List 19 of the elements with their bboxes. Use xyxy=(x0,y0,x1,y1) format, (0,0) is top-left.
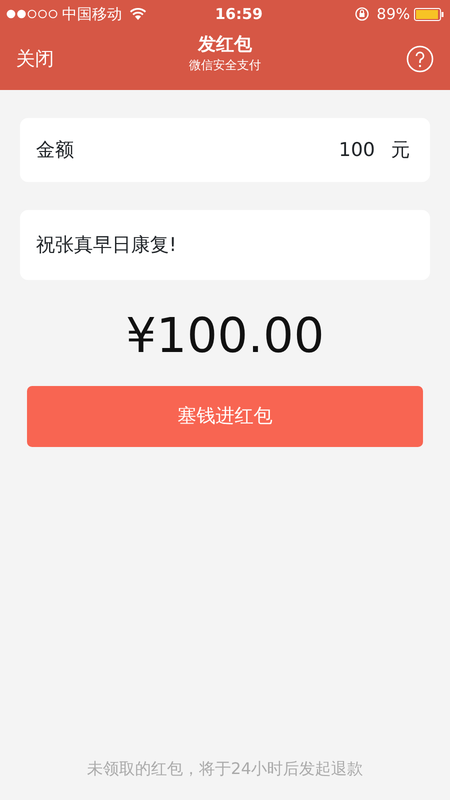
clock-time: 16:59 xyxy=(215,4,263,25)
amount-field[interactable]: 金额 100 元 xyxy=(20,118,430,182)
amount-value: 100 xyxy=(338,138,375,163)
blessing-message: 祝张真早日康复! xyxy=(36,232,177,258)
help-icon[interactable] xyxy=(406,45,434,73)
battery-percent: 89% xyxy=(376,4,410,25)
wifi-icon xyxy=(130,8,146,20)
close-link[interactable]: 关闭 xyxy=(16,44,54,74)
signal-icon xyxy=(6,9,58,19)
total-amount: ¥100.00 xyxy=(126,308,324,364)
battery-icon xyxy=(414,8,444,20)
message-field[interactable]: 祝张真早日康复! xyxy=(20,210,430,280)
refund-notice: 未领取的红包，将于24小时后发起退款 xyxy=(86,759,364,778)
currency-unit: 元 xyxy=(391,138,410,163)
amount-label: 金额 xyxy=(36,138,74,163)
carrier-name: 中国移动 xyxy=(62,4,122,25)
page-title: 发红包 xyxy=(196,34,253,56)
rotation-lock-icon xyxy=(354,7,369,21)
page-subtitle: 微信安全支付 xyxy=(189,56,261,74)
